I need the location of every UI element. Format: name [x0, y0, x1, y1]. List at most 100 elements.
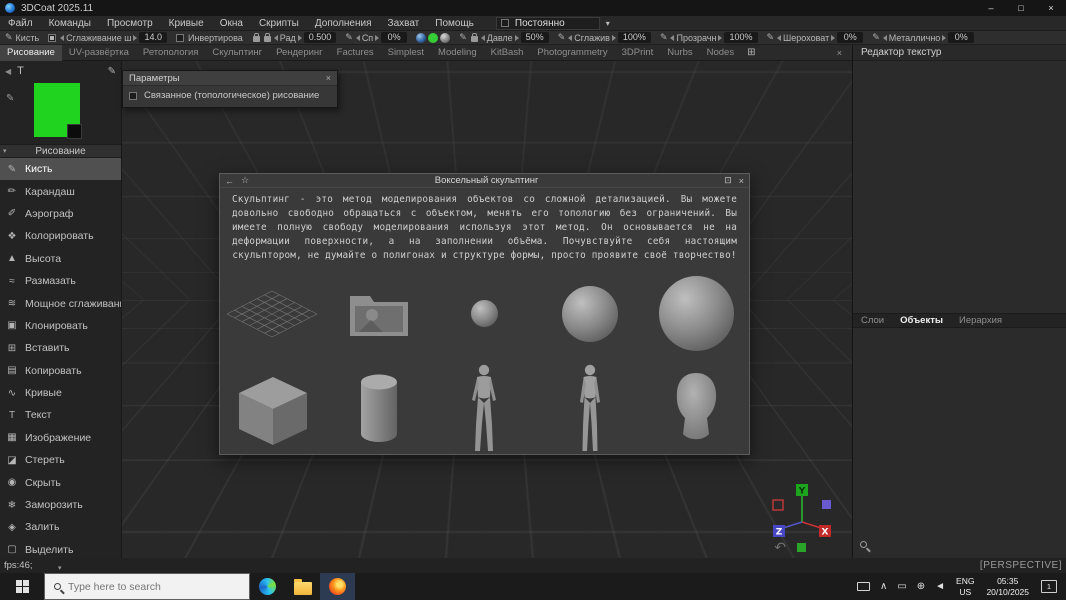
volume-icon[interactable]: ◄ [930, 581, 950, 592]
thumb-figure-2[interactable] [569, 363, 611, 455]
minimize-button[interactable]: – [976, 0, 1006, 16]
menu-curves[interactable]: Кривые [161, 16, 212, 31]
persistent-dropdown-icon[interactable]: ▾ [600, 19, 616, 28]
dialog-header[interactable]: ← ☆ Воксельный скульптинг ⊡ × [220, 174, 749, 188]
smoothing-checkbox[interactable] [48, 34, 56, 42]
thumb-head-bust[interactable] [665, 370, 727, 448]
depth-channel-icon[interactable] [416, 33, 426, 43]
increase-icon[interactable] [612, 35, 616, 41]
specular-control[interactable]: ✎ Сп 0% [345, 32, 407, 43]
pressure-control[interactable]: ✎ Давле 50% [459, 32, 549, 43]
smoothing-control[interactable]: Сглаживание ш 14.0 [48, 32, 167, 43]
tab-render[interactable]: Рендеринг [269, 45, 330, 61]
tab-3dprint[interactable]: 3DPrint [615, 45, 661, 61]
tool-brush[interactable]: ✎Кисть [0, 158, 121, 180]
secondary-color-swatch[interactable] [67, 124, 82, 139]
invert-control[interactable]: Инвертирова [176, 33, 243, 43]
display-icon[interactable]: ▭ [892, 581, 911, 592]
lock-icon[interactable] [264, 36, 271, 42]
menu-file[interactable]: Файл [0, 16, 41, 31]
radius-control[interactable]: Рад 0.500 [252, 32, 337, 43]
tool-pencil[interactable]: ✏Карандаш [0, 180, 121, 202]
thumb-sphere-large[interactable] [659, 276, 734, 351]
tool-erase[interactable]: ◪Стереть [0, 449, 121, 471]
tab-modeling[interactable]: Modeling [431, 45, 484, 61]
tab-nodes[interactable]: Nodes [700, 45, 741, 61]
tool-text[interactable]: TТекст [0, 404, 121, 426]
decrease-icon[interactable] [883, 35, 887, 41]
persistent-toggle[interactable]: Постоянно [496, 17, 600, 30]
topological-paint-checkbox[interactable] [129, 92, 137, 100]
dock-icon[interactable]: ⊡ [724, 175, 732, 186]
tab-sculpt[interactable]: Скульптинг [205, 45, 269, 61]
tab-retopo[interactable]: Ретопология [136, 45, 205, 61]
tool-freeze[interactable]: ❄Заморозить [0, 494, 121, 516]
opacity-value[interactable]: 100% [724, 32, 757, 43]
menu-windows[interactable]: Окна [212, 16, 251, 31]
close-icon[interactable]: × [326, 73, 331, 83]
radius-value[interactable]: 0.500 [304, 32, 337, 43]
menu-commands[interactable]: Команды [41, 16, 99, 31]
tab-kitbash[interactable]: KitBash [484, 45, 531, 61]
tool-smudge[interactable]: ≈Размазать [0, 270, 121, 292]
thumb-sphere-small[interactable] [471, 300, 498, 327]
tab-nurbs[interactable]: Nurbs [660, 45, 699, 61]
tool-height[interactable]: ▲Высота [0, 248, 121, 270]
smooth-control[interactable]: ✎ Сглажив 100% [558, 32, 651, 43]
pressure-value[interactable]: 50% [521, 32, 549, 43]
taskbar-search[interactable] [44, 573, 250, 600]
tool-airbrush[interactable]: ✐Аэрограф [0, 203, 121, 225]
caret-down-icon[interactable]: ▾ [58, 564, 62, 572]
increase-icon[interactable] [133, 35, 137, 41]
decrease-icon[interactable] [481, 35, 485, 41]
tab-factures[interactable]: Factures [330, 45, 381, 61]
pen-icon[interactable]: ✎ [660, 32, 668, 43]
pen-icon[interactable]: ✎ [558, 32, 566, 43]
network-icon[interactable]: ⊕ [912, 581, 930, 592]
search-icon[interactable] [860, 541, 867, 548]
tool-image[interactable]: ▦Изображение [0, 427, 121, 449]
thumb-folder[interactable] [347, 288, 411, 340]
tool-paste[interactable]: ⊞Вставить [0, 337, 121, 359]
panel-close-icon[interactable]: × [827, 48, 852, 58]
color-channel-icon[interactable] [428, 33, 438, 43]
decrease-icon[interactable] [60, 35, 64, 41]
tool-power-smoothing[interactable]: ≋Мощное сглаживание [0, 292, 121, 314]
increase-icon[interactable] [375, 35, 379, 41]
menu-capture[interactable]: Захват [380, 16, 428, 31]
tool-fill[interactable]: ◈Залить [0, 516, 121, 538]
increase-icon[interactable] [718, 35, 722, 41]
tool-section-header[interactable]: ▾ Рисование [0, 144, 121, 158]
menu-addons[interactable]: Дополнения [307, 16, 380, 31]
favorite-star-icon[interactable]: ☆ [241, 175, 249, 186]
metallic-control[interactable]: ✎ Металлично 0% [872, 32, 974, 43]
tool-copy[interactable]: ▤Копировать [0, 360, 121, 382]
thumb-wireframe-plane[interactable] [225, 287, 321, 341]
add-tab-icon[interactable]: ⊞ [741, 47, 761, 58]
tab-uv[interactable]: UV-развёртка [62, 45, 136, 61]
decrease-icon[interactable] [356, 35, 360, 41]
increase-icon[interactable] [298, 35, 302, 41]
pen-icon[interactable]: ✎ [872, 32, 880, 43]
increase-icon[interactable] [831, 35, 835, 41]
tool-clone[interactable]: ▣Клонировать [0, 315, 121, 337]
decrease-icon[interactable] [568, 35, 572, 41]
menu-help[interactable]: Помощь [427, 16, 482, 31]
tab-objects[interactable]: Объекты [892, 315, 951, 326]
lock-icon[interactable] [253, 36, 260, 42]
axis-gizmo[interactable]: Y X Z [766, 483, 838, 555]
tab-hierarchy[interactable]: Иерархия [951, 315, 1010, 326]
smoothing-value[interactable]: 14.0 [139, 32, 167, 43]
taskbar-app-firefox[interactable] [320, 573, 355, 600]
pen-pressure-icon[interactable]: ✎ [345, 32, 353, 43]
notification-icon[interactable]: 1 [1041, 580, 1057, 593]
persistent-checkbox[interactable] [501, 19, 509, 27]
gloss-channel-icon[interactable] [440, 33, 450, 43]
pen-icon[interactable]: ✎ [459, 32, 467, 43]
pen-icon[interactable]: ✎ [767, 32, 775, 43]
tab-photogrammetry[interactable]: Photogrammetry [530, 45, 614, 61]
tab-layers[interactable]: Слои [853, 315, 892, 326]
taskbar-app-explorer[interactable] [285, 573, 320, 600]
opacity-control[interactable]: ✎ Прозрачн 100% [660, 32, 758, 43]
back-icon[interactable]: ← [225, 176, 234, 186]
